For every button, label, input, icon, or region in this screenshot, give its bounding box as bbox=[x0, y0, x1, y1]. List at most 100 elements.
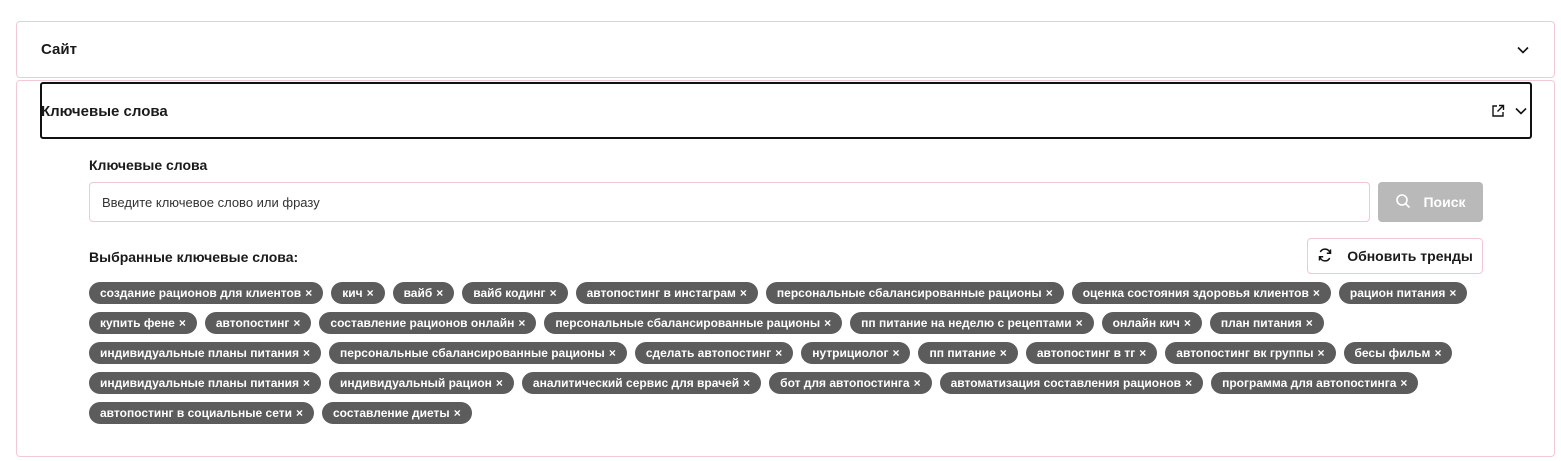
keywords-section-header[interactable]: Ключевые слова bbox=[40, 82, 1532, 139]
keyword-tag: автопостинг × bbox=[204, 312, 312, 334]
remove-tag-icon[interactable]: × bbox=[436, 286, 443, 300]
keyword-tag: персональные сбалансированные рационы × bbox=[329, 342, 627, 364]
keyword-tag-label: нутрициолог bbox=[812, 346, 889, 360]
remove-tag-icon[interactable]: × bbox=[454, 406, 461, 420]
keyword-tag-label: кич bbox=[342, 286, 363, 300]
keyword-tag-label: бот для автопостинга bbox=[780, 376, 910, 390]
remove-tag-icon[interactable]: × bbox=[1139, 346, 1146, 360]
remove-tag-icon[interactable]: × bbox=[550, 286, 557, 300]
keyword-tag: автопостинг в тг × bbox=[1025, 342, 1158, 364]
keyword-tag: вайб × bbox=[392, 282, 455, 304]
search-icon bbox=[1395, 193, 1411, 212]
site-section[interactable]: Сайт bbox=[16, 21, 1555, 78]
remove-tag-icon[interactable]: × bbox=[305, 286, 312, 300]
remove-tag-icon[interactable]: × bbox=[1317, 346, 1324, 360]
remove-tag-icon[interactable]: × bbox=[775, 346, 782, 360]
keyword-tag-label: автоматизация составления рационов bbox=[950, 376, 1182, 390]
remove-tag-icon[interactable]: × bbox=[1400, 376, 1407, 390]
remove-tag-icon[interactable]: × bbox=[743, 376, 750, 390]
keyword-tag: пп питание на неделю с рецептами × bbox=[850, 312, 1094, 334]
keyword-tag: бесы фильм × bbox=[1343, 342, 1453, 364]
remove-tag-icon[interactable]: × bbox=[367, 286, 374, 300]
keyword-tag: индивидуальный рацион × bbox=[329, 372, 514, 394]
keyword-tag-label: автопостинг в тг bbox=[1036, 346, 1136, 360]
site-section-title: Сайт bbox=[41, 41, 77, 58]
remove-tag-icon[interactable]: × bbox=[609, 346, 616, 360]
keyword-tag: составление рационов онлайн × bbox=[319, 312, 537, 334]
remove-tag-icon[interactable]: × bbox=[914, 376, 921, 390]
keyword-tag-label: программа для автопостинга bbox=[1222, 376, 1397, 390]
keyword-tag: аналитический сервис для врачей × bbox=[521, 372, 762, 394]
keyword-tag: вайб кодинг × bbox=[462, 282, 568, 304]
remove-tag-icon[interactable]: × bbox=[293, 316, 300, 330]
search-button[interactable]: Поиск bbox=[1378, 182, 1483, 222]
keyword-tag: нутрициолог × bbox=[801, 342, 911, 364]
keyword-tag: онлайн кич × bbox=[1101, 312, 1202, 334]
remove-tag-icon[interactable]: × bbox=[824, 316, 831, 330]
remove-tag-icon[interactable]: × bbox=[1313, 286, 1320, 300]
remove-tag-icon[interactable]: × bbox=[179, 316, 186, 330]
keywords-section-title: Ключевые слова bbox=[41, 103, 168, 120]
keyword-tag-label: сделать автопостинг bbox=[645, 346, 772, 360]
refresh-trends-button[interactable]: Обновить тренды bbox=[1307, 238, 1483, 274]
keyword-tag: сделать автопостинг × bbox=[634, 342, 794, 364]
remove-tag-icon[interactable]: × bbox=[496, 376, 503, 390]
keyword-tag: автопостинг в инстаграм × bbox=[575, 282, 758, 304]
keyword-tag-label: вайб bbox=[403, 286, 433, 300]
keyword-tag: купить фене × bbox=[89, 312, 197, 334]
keyword-tag: оценка состояния здоровья клиентов × bbox=[1071, 282, 1331, 304]
keyword-tag: кич × bbox=[331, 282, 385, 304]
external-link-icon[interactable] bbox=[1490, 103, 1506, 119]
keyword-tag: автопостинг вк группы × bbox=[1165, 342, 1336, 364]
remove-tag-icon[interactable]: × bbox=[892, 346, 899, 360]
keyword-tag-label: пп питание bbox=[929, 346, 996, 360]
keyword-tag-label: индивидуальный рацион bbox=[340, 376, 492, 390]
remove-tag-icon[interactable]: × bbox=[1185, 376, 1192, 390]
remove-tag-icon[interactable]: × bbox=[303, 346, 310, 360]
remove-tag-icon[interactable]: × bbox=[518, 316, 525, 330]
refresh-trends-label: Обновить тренды bbox=[1347, 248, 1473, 264]
keyword-tag-label: вайб кодинг bbox=[473, 286, 546, 300]
chevron-down-icon[interactable] bbox=[1516, 43, 1530, 57]
keyword-tag: индивидуальные планы питания × bbox=[89, 372, 322, 394]
remove-tag-icon[interactable]: × bbox=[1434, 346, 1441, 360]
keyword-tag: персональные сбалансированные рационы × bbox=[765, 282, 1064, 304]
keyword-tag: план питания × bbox=[1209, 312, 1324, 334]
keyword-tag: персональные сбалансированные рационы × bbox=[544, 312, 843, 334]
keyword-tag-label: аналитический сервис для врачей bbox=[532, 376, 740, 390]
keyword-tag-label: бесы фильм bbox=[1354, 346, 1431, 360]
keyword-tag-label: рацион питания bbox=[1349, 286, 1446, 300]
keyword-tag-label: создание рационов для клиентов bbox=[100, 286, 302, 300]
keyword-tag: рацион питания × bbox=[1338, 282, 1468, 304]
keyword-tag-label: индивидуальные планы питания bbox=[100, 346, 300, 360]
keyword-tag-label: составление диеты bbox=[332, 406, 450, 420]
keywords-field-label: Ключевые слова bbox=[89, 157, 208, 173]
keyword-tag-label: автопостинг в социальные сети bbox=[100, 406, 292, 420]
remove-tag-icon[interactable]: × bbox=[740, 286, 747, 300]
keyword-tag-label: составление рационов онлайн bbox=[330, 316, 515, 330]
chevron-down-icon[interactable] bbox=[1514, 104, 1528, 118]
keyword-tag-label: оценка состояния здоровья клиентов bbox=[1082, 286, 1309, 300]
remove-tag-icon[interactable]: × bbox=[296, 406, 303, 420]
keyword-tag: программа для автопостинга × bbox=[1211, 372, 1419, 394]
selected-keyword-tags: создание рационов для клиентов × кич × вайб ×… bbox=[89, 282, 1489, 424]
remove-tag-icon[interactable]: × bbox=[303, 376, 310, 390]
keyword-tag: составление диеты × bbox=[321, 402, 472, 424]
remove-tag-icon[interactable]: × bbox=[1076, 316, 1083, 330]
keyword-tag-label: индивидуальные планы питания bbox=[100, 376, 300, 390]
keywords-section: Ключевые слова Ключевые слова Поиск Выбр… bbox=[16, 80, 1555, 457]
keyword-tag-label: автопостинг bbox=[215, 316, 290, 330]
remove-tag-icon[interactable]: × bbox=[1000, 346, 1007, 360]
keyword-tag: пп питание × bbox=[918, 342, 1018, 364]
keyword-tag-label: персональные сбалансированные рационы bbox=[776, 286, 1042, 300]
remove-tag-icon[interactable]: × bbox=[1046, 286, 1053, 300]
keyword-tag: бот для автопостинга × bbox=[769, 372, 932, 394]
search-button-label: Поиск bbox=[1423, 194, 1466, 210]
keyword-tag: создание рационов для клиентов × bbox=[89, 282, 324, 304]
keyword-tag-label: онлайн кич bbox=[1112, 316, 1180, 330]
remove-tag-icon[interactable]: × bbox=[1184, 316, 1191, 330]
keyword-tag-label: пп питание на неделю с рецептами bbox=[861, 316, 1072, 330]
remove-tag-icon[interactable]: × bbox=[1449, 286, 1456, 300]
keyword-search-input[interactable] bbox=[89, 182, 1370, 222]
remove-tag-icon[interactable]: × bbox=[1306, 316, 1313, 330]
